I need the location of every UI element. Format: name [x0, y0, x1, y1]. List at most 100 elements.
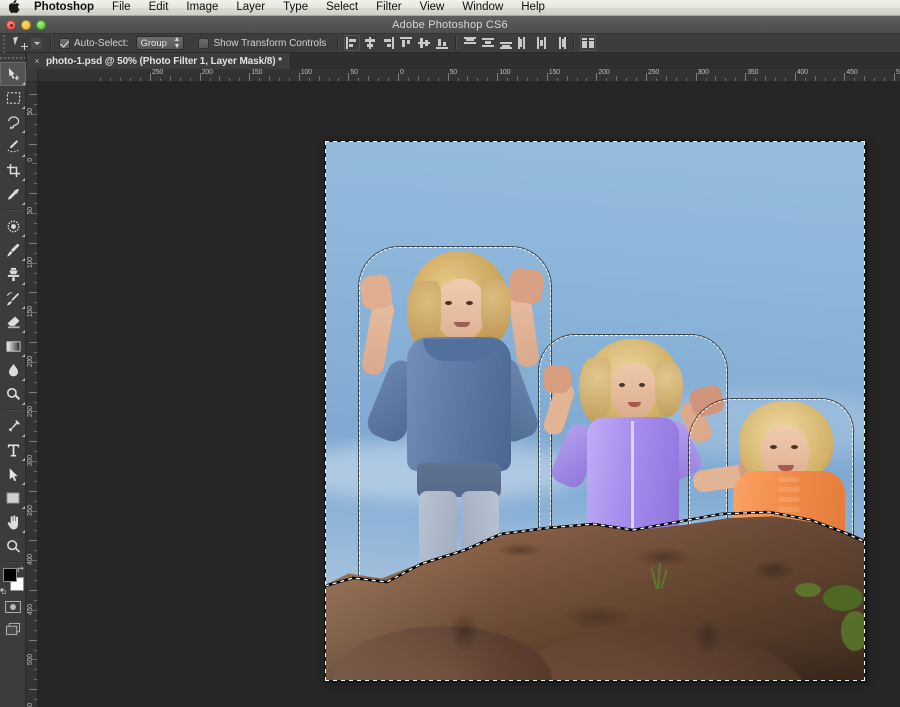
hand-tool[interactable]: [0, 510, 26, 534]
spot-healing-brush-tool[interactable]: [0, 214, 26, 238]
brush-tool[interactable]: [0, 238, 26, 262]
align-top-edges-button[interactable]: [398, 35, 414, 51]
quick-selection-tool[interactable]: [0, 134, 26, 158]
align-buttons-group: [343, 35, 451, 51]
ruler-tick: [100, 78, 102, 81]
ruler-tick: [655, 78, 657, 81]
pen-tool[interactable]: [0, 414, 26, 438]
distribute-right-edges-button[interactable]: [552, 35, 568, 51]
ruler-tick: [34, 203, 37, 205]
ruler-tick: [765, 76, 767, 81]
align-bottom-edges-button[interactable]: [434, 35, 450, 51]
photo-image[interactable]: [325, 141, 865, 681]
document-tab[interactable]: × photo-1.psd @ 50% (Photo Filter 1, Lay…: [27, 53, 291, 69]
canvas-area[interactable]: [38, 82, 900, 707]
eyedropper-tool[interactable]: [0, 182, 26, 206]
move-tool[interactable]: [0, 62, 26, 86]
default-colors-icon[interactable]: [0, 588, 7, 595]
menu-item-view[interactable]: View: [411, 0, 454, 15]
menu-item-select[interactable]: Select: [317, 0, 367, 15]
ruler-tick: [34, 371, 37, 373]
document-window[interactable]: [325, 141, 865, 681]
menu-item-layer[interactable]: Layer: [227, 0, 274, 15]
blur-tool[interactable]: [0, 358, 26, 382]
align-right-edges-button[interactable]: [380, 35, 396, 51]
ruler-tick: [159, 78, 161, 81]
swap-colors-icon[interactable]: [17, 566, 25, 574]
menu-item-type[interactable]: Type: [274, 0, 317, 15]
menu-item-edit[interactable]: Edit: [140, 0, 178, 15]
ruler-corner[interactable]: [26, 69, 38, 82]
ruler-tick: [556, 78, 558, 81]
history-brush-tool[interactable]: [0, 286, 26, 310]
ruler-tick: [586, 78, 588, 81]
ruler-tick: [34, 232, 37, 234]
toolbox-grip[interactable]: [0, 53, 25, 62]
menu-item-photoshop[interactable]: Photoshop: [34, 0, 103, 15]
dodge-tool[interactable]: [0, 382, 26, 406]
screen-mode-button[interactable]: [0, 618, 26, 640]
quick-mask-mode-button[interactable]: [0, 596, 26, 618]
auto-align-layers-button[interactable]: [580, 35, 596, 51]
ruler-tick: [34, 103, 37, 105]
auto-select-checkbox[interactable]: [59, 37, 70, 49]
clone-stamp-tool[interactable]: [0, 262, 26, 286]
rectangular-marquee-tool[interactable]: [0, 86, 26, 110]
tool-preset-picker-chevron-down-icon[interactable]: [31, 37, 42, 49]
distribute-bottom-edges-button[interactable]: [498, 35, 514, 51]
vertical-ruler[interactable]: 50050100150200250300350400450500550: [26, 82, 38, 707]
crop-tool[interactable]: [0, 158, 26, 182]
ruler-tick: [784, 78, 786, 81]
align-vertical-centers-button[interactable]: [416, 35, 432, 51]
ruler-tick: [725, 78, 727, 81]
menu-item-file[interactable]: File: [103, 0, 140, 15]
auto-select-dropdown[interactable]: Group ▲ ▼: [136, 36, 185, 50]
menu-item-help[interactable]: Help: [512, 0, 554, 15]
options-separator-3: [455, 36, 458, 50]
ruler-tick: [34, 351, 37, 353]
ruler-label: 200: [201, 69, 213, 76]
show-transform-controls-checkbox[interactable]: [198, 37, 210, 49]
ruler-tick: [378, 78, 380, 81]
ruler-tick: [189, 78, 191, 81]
lasso-tool[interactable]: [0, 110, 26, 134]
horizontal-ruler[interactable]: 250 200 150 100 50 0 50 100 150 200 250 300 350 400 45…: [38, 69, 900, 82]
options-bar-grip[interactable]: [0, 33, 9, 53]
close-icon[interactable]: ×: [33, 56, 41, 66]
ruler-tick: [34, 431, 37, 433]
ruler-tick: [646, 73, 647, 81]
zoom-tool[interactable]: [0, 534, 26, 558]
distribute-horizontal-centers-button[interactable]: [534, 35, 550, 51]
menu-item-filter[interactable]: Filter: [367, 0, 411, 15]
ruler-tick: [566, 76, 568, 81]
menu-item-image[interactable]: Image: [177, 0, 227, 15]
align-horizontal-centers-button[interactable]: [362, 35, 378, 51]
ruler-tick: [34, 252, 37, 254]
ruler-tick: [34, 480, 37, 482]
ruler-tick: [34, 153, 37, 155]
foreground-color-swatch[interactable]: [3, 568, 17, 582]
path-selection-tool[interactable]: [0, 462, 26, 486]
ruler-tick: [29, 441, 37, 443]
menu-item-window[interactable]: Window: [453, 0, 512, 15]
apple-logo-icon[interactable]: [8, 0, 21, 13]
distribute-left-edges-button[interactable]: [516, 35, 532, 51]
ruler-tick: [29, 689, 37, 691]
rectangle-tool[interactable]: [0, 486, 26, 510]
ruler-tick: [576, 78, 578, 81]
current-tool-preview[interactable]: [9, 36, 46, 51]
gradient-tool[interactable]: [0, 334, 26, 358]
ruler-tick: [398, 73, 399, 81]
align-left-edges-button[interactable]: [344, 35, 360, 51]
ruler-tick: [318, 76, 320, 81]
ruler-tick: [616, 76, 618, 81]
eraser-tool[interactable]: [0, 310, 26, 334]
distribute-top-edges-button[interactable]: [462, 35, 478, 51]
ruler-tick: [32, 163, 37, 165]
show-transform-controls-control[interactable]: Show Transform Controls: [195, 34, 329, 53]
ruler-tick: [606, 78, 608, 81]
horizontal-type-tool[interactable]: [0, 438, 26, 462]
auto-select-control[interactable]: Auto-Select: Group ▲ ▼: [56, 34, 187, 53]
distribute-vertical-centers-button[interactable]: [480, 35, 496, 51]
ruler-tick: [239, 78, 241, 81]
